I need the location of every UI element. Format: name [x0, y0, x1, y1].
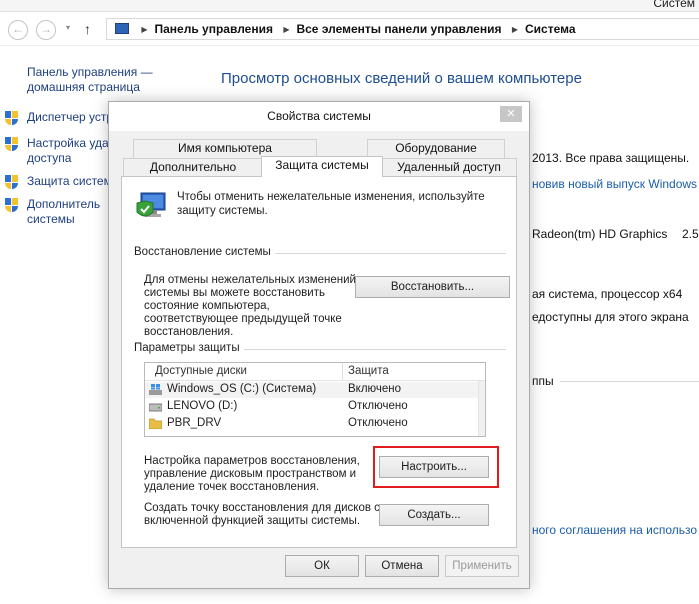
graphics-value: 2.50 [682, 227, 699, 241]
configure-desc-line: управление дисковым пространством и [144, 468, 357, 480]
hard-drive-icon [149, 403, 162, 412]
configure-desc-line: Настройка параметров восстановления, [144, 455, 360, 467]
forward-arrow-icon: → [40, 22, 52, 36]
drive-name: Windows_OS (C:) (Система) [167, 383, 317, 395]
tab-advanced[interactable]: Дополнительно [123, 158, 263, 177]
touch-input-text: едоступны для этого экрана [532, 310, 689, 324]
tab-label: Дополнительно [149, 160, 237, 174]
restore-desc-line: соответствующее предыдущей точке [144, 313, 342, 325]
configure-desc-line: удаление точек восстановления. [144, 481, 320, 493]
list-item[interactable]: LENOVO (D:) Отключено [145, 399, 485, 415]
ok-button[interactable]: ОК [285, 555, 359, 577]
sidebar-item-remote-settings[interactable]: Настройка уда доступа [27, 136, 109, 166]
create-desc-line: включенной функцией защиты системы. [144, 515, 361, 527]
dialog-title: Свойства системы [267, 109, 371, 123]
breadcrumb-control-panel[interactable]: Панель управления [155, 22, 273, 36]
restore-desc-line: восстановления. [144, 326, 234, 338]
system-properties-dialog: Свойства системы ✕ Имя компьютера Оборуд… [108, 101, 530, 589]
tab-system-protection[interactable]: Защита системы [261, 156, 383, 177]
recent-locations-chevron-icon[interactable]: ▾ [66, 23, 70, 32]
sidebar-home-line1: Панель управления — [27, 65, 153, 79]
page-title: Просмотр основных сведений о вашем компь… [221, 70, 582, 87]
sidebar-item-label: Дополнитель [27, 197, 101, 211]
forward-button[interactable]: → [36, 20, 56, 40]
drive-protection-status: Включено [348, 383, 402, 395]
up-arrow-icon[interactable]: ↑ [84, 21, 91, 37]
tab-remote[interactable]: Удаленный доступ [381, 158, 517, 177]
sidebar-item-system-protection[interactable]: Защита систем [27, 174, 112, 189]
close-icon: ✕ [506, 108, 516, 120]
create-desc-line: Создать точку восстановления для дисков … [144, 502, 380, 514]
folder-icon [149, 418, 162, 429]
system-protection-icon [136, 192, 166, 217]
protection-group-label: Параметры защиты [134, 342, 244, 354]
control-panel-icon [115, 23, 129, 34]
sidebar-home-line2: домашняя страница [27, 80, 140, 94]
shield-icon [5, 111, 18, 126]
dialog-body: Имя компьютера Оборудование Дополнительн… [109, 131, 529, 588]
drive-name: PBR_DRV [167, 417, 222, 429]
drive-protection-status: Отключено [348, 400, 408, 412]
list-item[interactable]: Windows_OS (C:) (Система) Включено [145, 382, 485, 398]
breadcrumb-separator-icon: ▶ [141, 25, 148, 34]
restore-desc-line: состояние компьютера, [144, 300, 270, 312]
window-title: Систем [653, 0, 695, 10]
workgroup-label: ппы [532, 374, 554, 388]
sidebar-item-device-manager[interactable]: Диспетчер устр [27, 110, 113, 125]
sidebar-item-label-line2: системы [27, 212, 75, 226]
shield-icon [5, 137, 18, 152]
back-button[interactable]: ← [8, 20, 28, 40]
tab-label: Оборудование [395, 141, 477, 155]
intro-line1: Чтобы отменить нежелательные изменения, … [177, 191, 485, 203]
list-scrollbar[interactable] [478, 381, 485, 436]
sidebar-item-label: Защита систем [27, 174, 112, 188]
column-header-protection[interactable]: Защита [348, 365, 389, 377]
sidebar-item-label: Настройка уда [27, 136, 109, 150]
intro-line2: защиту системы. [177, 205, 268, 217]
column-header-drives[interactable]: Доступные диски [155, 365, 247, 377]
drive-protection-status: Отключено [348, 417, 408, 429]
create-button[interactable]: Создать... [379, 504, 489, 526]
navigation-bar: ← → ▾ ↑ ▶ Панель управления ▶ Все элементы… [0, 12, 699, 46]
column-separator [342, 363, 343, 381]
license-terms-link[interactable]: ного соглашения на использо [532, 523, 697, 537]
restore-group-label: Восстановление системы [134, 246, 275, 258]
cancel-button[interactable]: Отмена [365, 555, 439, 577]
tab-label: Имя компьютера [178, 141, 272, 155]
breadcrumb-system[interactable]: Система [525, 22, 576, 36]
sidebar-item-advanced-settings[interactable]: Дополнитель системы [27, 197, 100, 227]
copyright-text: 2013. Все права защищены. [532, 151, 690, 165]
tab-label: Защита системы [275, 158, 369, 172]
breadcrumb-separator-icon: ▶ [283, 25, 290, 34]
restore-desc-line: системы вы можете восстановить [144, 287, 325, 299]
system-type-text: ая система, процессор x64 [532, 287, 683, 301]
restore-desc-line: Для отмены нежелательных изменений [144, 274, 356, 286]
drives-list[interactable]: Доступные диски Защита Windows_OS (C:) (… [144, 362, 486, 437]
drives-list-header: Доступные диски Защита [145, 363, 485, 381]
graphics-text: Radeon(tm) HD Graphics [532, 227, 668, 241]
shield-icon [5, 175, 18, 190]
list-item[interactable]: PBR_DRV Отключено [145, 416, 485, 432]
close-button[interactable]: ✕ [500, 106, 522, 122]
tab-hardware[interactable]: Оборудование [367, 139, 505, 158]
tab-label: Удаленный доступ [397, 160, 501, 174]
section-divider [560, 381, 699, 382]
system-protection-panel: Чтобы отменить нежелательные изменения, … [121, 176, 517, 548]
window-title-bar: Систем [0, 0, 699, 12]
restore-button[interactable]: Восстановить... [355, 276, 510, 298]
breadcrumb-all-items[interactable]: Все элементы панели управления [296, 22, 501, 36]
sidebar-home-link[interactable]: Панель управления — домашняя страница [27, 65, 153, 95]
windows-drive-icon [149, 384, 162, 395]
windows-update-link[interactable]: новив новый выпуск Windows [532, 177, 697, 191]
shield-icon [5, 198, 18, 213]
sidebar-item-label: Диспетчер устр [27, 110, 114, 124]
sidebar-item-label-line2: доступа [27, 151, 72, 165]
address-bar[interactable]: ▶ Панель управления ▶ Все элементы панели … [106, 18, 699, 40]
breadcrumb-separator-icon: ▶ [511, 25, 518, 34]
highlight-frame [373, 446, 499, 488]
apply-button[interactable]: Применить [445, 555, 519, 577]
back-arrow-icon: ← [12, 22, 24, 36]
drive-name: LENOVO (D:) [167, 400, 238, 412]
